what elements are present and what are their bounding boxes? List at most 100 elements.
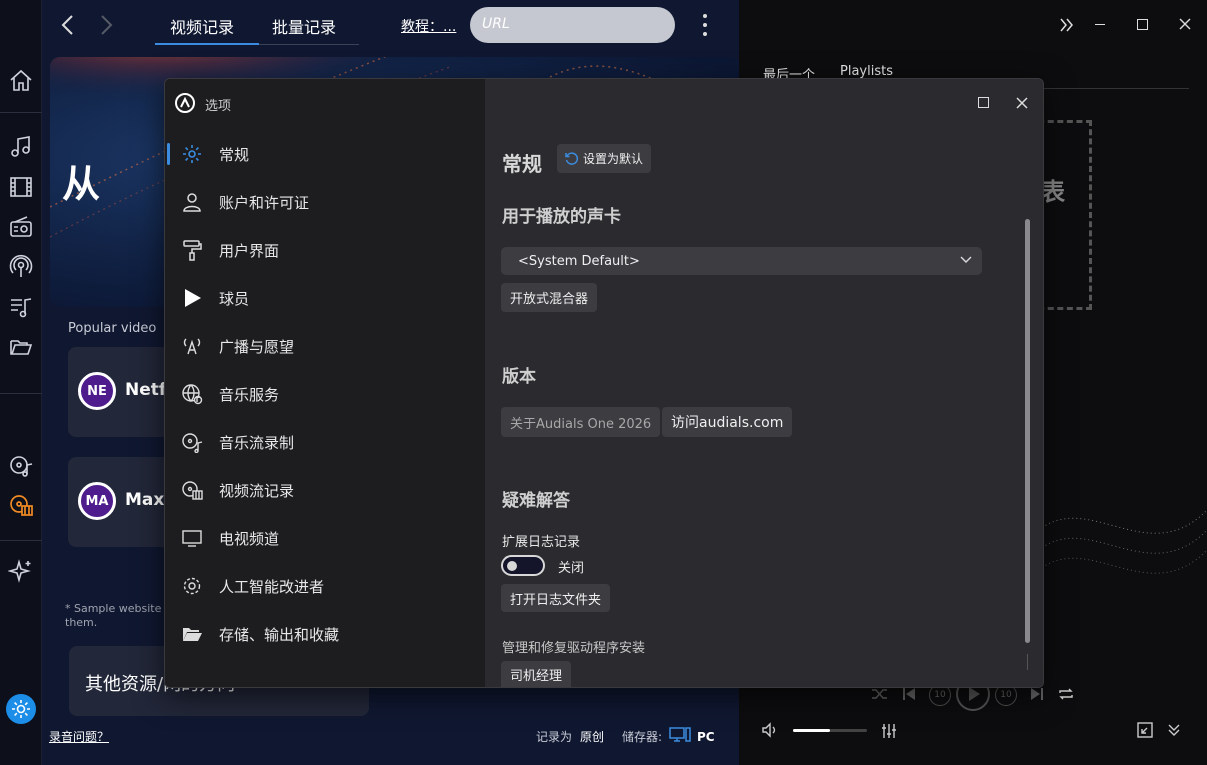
sidebar-item-video-recording[interactable]: 视频流记录 bbox=[165, 469, 485, 509]
extended-log-label: 扩展日志记录 bbox=[502, 535, 581, 550]
video-recorder-icon[interactable] bbox=[8, 492, 34, 518]
sidebar-item-music-services[interactable]: 音乐服务 bbox=[165, 373, 485, 413]
sound-card-heading: 用于播放的声卡 bbox=[502, 207, 621, 227]
reset-icon bbox=[564, 151, 579, 166]
sidebar-item-ai-improver[interactable]: 人工智能改进者 bbox=[165, 565, 485, 605]
sound-card-select[interactable]: <System Default> bbox=[501, 247, 982, 275]
equalizer-icon[interactable] bbox=[880, 722, 898, 740]
user-icon bbox=[181, 191, 203, 213]
folder-open-icon bbox=[181, 623, 203, 645]
open-mixer-button[interactable]: 开放式混合器 bbox=[501, 283, 598, 312]
back-icon[interactable] bbox=[60, 14, 76, 36]
tab-divider bbox=[259, 44, 359, 45]
shuffle-icon[interactable] bbox=[871, 686, 889, 702]
minimize-icon[interactable] bbox=[1095, 24, 1105, 25]
open-log-folder-button[interactable]: 打开日志文件夹 bbox=[501, 584, 611, 612]
dialog-maximize-icon[interactable] bbox=[978, 97, 989, 108]
globe-music-icon bbox=[181, 383, 203, 405]
close-icon[interactable] bbox=[1179, 18, 1191, 30]
extended-log-toggle[interactable] bbox=[501, 555, 545, 576]
reset-default-label: 设置为默认 bbox=[583, 152, 644, 166]
play-icon bbox=[181, 287, 203, 309]
maximize-icon[interactable] bbox=[1137, 19, 1148, 30]
sidebar-item-ui[interactable]: 用户界面 bbox=[165, 229, 485, 269]
collapse-panel-icon[interactable] bbox=[1059, 17, 1075, 33]
scrollbar[interactable] bbox=[1025, 219, 1030, 643]
music-icon[interactable] bbox=[8, 134, 34, 160]
video-record-icon bbox=[181, 479, 203, 501]
sidebar-item-label: 常规 bbox=[219, 146, 250, 164]
sidebar-item-radio[interactable]: 广播与愿望 bbox=[165, 325, 485, 365]
about-button[interactable]: 关于Audials One 2026 bbox=[501, 407, 661, 437]
record-as-value[interactable]: 原创 bbox=[580, 728, 604, 745]
chevron-down-icon bbox=[960, 256, 972, 264]
driver-manage-label: 管理和修复驱动程序安装 bbox=[502, 641, 646, 656]
sidebar-item-storage[interactable]: 存储、输出和收藏 bbox=[165, 613, 485, 653]
playlist-icon[interactable] bbox=[8, 294, 34, 320]
volume-fill bbox=[793, 729, 830, 732]
tab-active-indicator bbox=[155, 43, 259, 45]
tutorial-link[interactable]: 教程：... bbox=[401, 16, 456, 36]
options-content: 常规 设置为默认 用于播放的声卡 <System Default> 开放式混合器… bbox=[485, 79, 1043, 687]
sidebar-item-label: 存储、输出和收藏 bbox=[219, 626, 340, 644]
tab-playlists[interactable]: Playlists bbox=[840, 64, 893, 79]
forward-icon[interactable] bbox=[98, 14, 114, 36]
dialog-close-icon[interactable] bbox=[1016, 97, 1028, 109]
home-icon[interactable] bbox=[8, 68, 34, 94]
music-record-icon bbox=[181, 431, 203, 453]
music-recorder-icon[interactable] bbox=[8, 452, 34, 478]
sidebar-item-label: 用户界面 bbox=[219, 242, 280, 260]
tab-batch-record[interactable]: 批量记录 bbox=[272, 14, 336, 38]
sidebar-item-player[interactable]: 球员 bbox=[165, 277, 485, 317]
sidebar-item-music-recording[interactable]: 音乐流录制 bbox=[165, 421, 485, 461]
chevron-down-icon[interactable] bbox=[1167, 723, 1181, 737]
sound-card-value: <System Default> bbox=[518, 254, 640, 269]
more-menu-icon[interactable] bbox=[697, 12, 713, 38]
previous-icon[interactable] bbox=[902, 686, 916, 702]
mini-player-icon[interactable] bbox=[1136, 721, 1154, 739]
reset-default-button[interactable]: 设置为默认 bbox=[557, 144, 652, 173]
broadcast-icon bbox=[181, 335, 203, 357]
film-icon[interactable] bbox=[8, 174, 34, 200]
sidebar-item-general[interactable]: 常规 bbox=[165, 133, 485, 173]
options-sidebar: 选项 常规 账户和许可证 用户界面 球员 广播与愿望 音乐服务 音乐流录制 视频… bbox=[165, 79, 485, 687]
audials-logo-icon bbox=[175, 93, 195, 113]
drop-zone-label: 表 bbox=[1041, 178, 1065, 206]
repeat-icon[interactable] bbox=[1057, 685, 1075, 703]
gear-icon bbox=[181, 143, 203, 165]
driver-manager-button[interactable]: 司机经理 bbox=[501, 661, 572, 687]
settings-icon[interactable] bbox=[6, 694, 36, 724]
radio-icon[interactable] bbox=[8, 214, 34, 240]
paint-roller-icon bbox=[181, 239, 203, 261]
folder-icon[interactable] bbox=[8, 334, 34, 360]
sidebar-item-label: 音乐流录制 bbox=[219, 434, 295, 452]
ai-sparkle-icon[interactable] bbox=[8, 558, 34, 584]
left-rail bbox=[0, 0, 42, 765]
hero-title: 从 bbox=[62, 162, 101, 206]
toggle-knob bbox=[507, 560, 517, 571]
url-input[interactable]: URL bbox=[470, 7, 675, 43]
scrollbar-track bbox=[1027, 654, 1028, 670]
sample-note: * Sample website bbox=[65, 602, 162, 615]
avatar: MA bbox=[78, 482, 116, 520]
storage-value[interactable]: PC bbox=[697, 730, 715, 744]
sidebar-item-label: 音乐服务 bbox=[219, 386, 280, 404]
options-dialog: 选项 常规 账户和许可证 用户界面 球员 广播与愿望 音乐服务 音乐流录制 视频… bbox=[164, 78, 1044, 688]
volume-slider[interactable] bbox=[793, 729, 867, 732]
version-heading: 版本 bbox=[502, 367, 536, 387]
pc-storage-icon[interactable] bbox=[669, 726, 691, 744]
sidebar-item-account[interactable]: 账户和许可证 bbox=[165, 181, 485, 221]
sidebar-item-label: 电视频道 bbox=[219, 530, 280, 548]
podcast-icon[interactable] bbox=[8, 254, 34, 280]
next-icon[interactable] bbox=[1030, 686, 1044, 702]
recording-issue-link[interactable]: 录音问题？ bbox=[49, 728, 109, 745]
volume-icon[interactable] bbox=[761, 722, 779, 738]
sample-note-2: them. bbox=[65, 616, 98, 629]
sidebar-item-label: 账户和许可证 bbox=[219, 194, 310, 212]
visit-website-button[interactable]: 访问audials.com bbox=[662, 407, 793, 437]
page-title: 常规 bbox=[502, 152, 542, 176]
sidebar-item-tv[interactable]: 电视频道 bbox=[165, 517, 485, 557]
ai-gear-icon bbox=[181, 575, 203, 597]
tab-video-record[interactable]: 视频记录 bbox=[170, 14, 234, 38]
sidebar-item-label: 人工智能改进者 bbox=[219, 578, 325, 596]
